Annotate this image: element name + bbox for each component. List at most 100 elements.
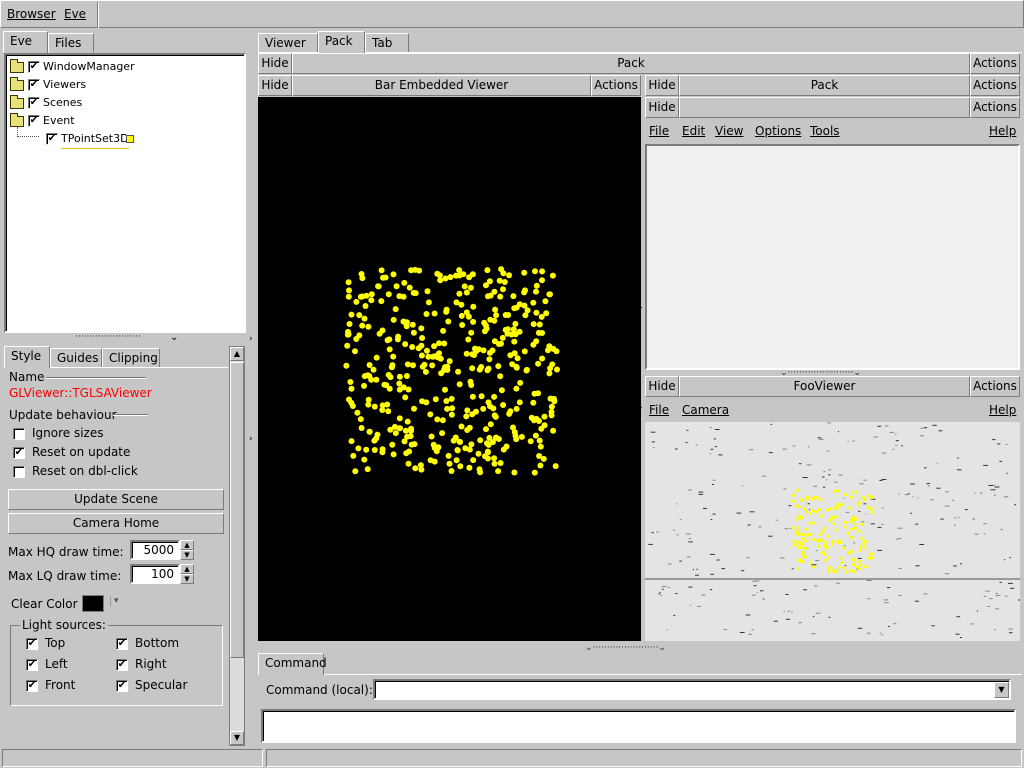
clear-color-swatch[interactable] <box>82 595 104 612</box>
tab-viewer-1[interactable]: Viewer 1 <box>258 33 318 69</box>
light-bottom-checkbox[interactable]: ✔ <box>116 638 128 650</box>
point-marker <box>350 452 357 459</box>
vertical-splitter[interactable] <box>247 30 256 746</box>
pack-hide-button[interactable]: Hide <box>258 53 292 74</box>
update-scene-button[interactable]: Update Scene <box>8 489 224 510</box>
foo-viewer-canvas[interactable] <box>645 422 1020 641</box>
embedded-actions-button[interactable]: Actions <box>591 75 641 96</box>
editor-scrollbar[interactable]: ▲ ▼ <box>229 346 245 746</box>
point-marker <box>375 283 382 290</box>
menu-file[interactable]: File <box>649 124 669 138</box>
point-marker <box>533 309 540 316</box>
render-artifact <box>807 546 809 548</box>
max-lq-up[interactable]: ▲ <box>180 564 194 574</box>
tab-command[interactable]: Command <box>258 653 327 675</box>
object-tree[interactable]: ✔ WindowManager ✔ Viewers ✔ Scenes ✔ Eve… <box>4 53 246 333</box>
light-right-checkbox[interactable]: ✔ <box>116 659 128 671</box>
tab-tab[interactable]: Tab <box>365 33 409 53</box>
render-artifact <box>857 557 862 559</box>
chevron-down-icon[interactable]: ⌄ <box>170 332 178 343</box>
chevron-down-icon[interactable]: ▼ <box>994 682 1009 698</box>
point-marker <box>536 453 543 459</box>
scroll-down-icon[interactable]: ▼ <box>230 731 244 745</box>
scroll-thumb[interactable] <box>230 362 244 658</box>
point-marker <box>830 542 834 546</box>
pack2-hide-button[interactable]: Hide <box>645 75 679 96</box>
splitter-arrow-icon[interactable]: › <box>249 334 253 344</box>
pack-actions-button[interactable]: Actions <box>970 53 1020 74</box>
max-hq-input[interactable]: 5000 <box>130 540 180 560</box>
menu-options[interactable]: Options <box>755 124 801 138</box>
point-marker <box>466 464 473 471</box>
max-lq-down[interactable]: ▼ <box>180 574 194 584</box>
menu-eve[interactable]: Eve <box>60 1 90 28</box>
tree-checkbox[interactable]: ✔ <box>28 79 40 91</box>
tree-checkbox[interactable]: ✔ <box>46 133 58 145</box>
gl-viewer-canvas[interactable] <box>258 97 641 641</box>
point-marker <box>844 570 849 574</box>
chevron-down-icon[interactable]: ▾ <box>110 596 119 606</box>
camera-home-button[interactable]: Camera Home <box>8 513 224 534</box>
max-hq-down[interactable]: ▼ <box>180 550 194 560</box>
menu-camera[interactable]: Camera <box>682 403 729 417</box>
point-marker <box>535 329 542 336</box>
splitter-handle[interactable]: ⌄·······················⌄ <box>585 643 666 653</box>
point-marker <box>798 541 803 545</box>
pack2-actions-button[interactable]: Actions <box>970 75 1020 96</box>
splitter-handle[interactable]: ······················· <box>75 332 141 342</box>
tab-style[interactable]: Style <box>4 346 50 368</box>
menu-browser[interactable]: Browser <box>3 1 60 28</box>
render-artifact <box>996 593 998 594</box>
ignore-sizes-checkbox[interactable] <box>13 428 25 440</box>
point-marker <box>799 532 804 536</box>
point-marker <box>425 353 432 360</box>
tree-checkbox[interactable]: ✔ <box>28 115 40 127</box>
point-marker <box>842 546 846 550</box>
splitter-arrow-icon[interactable]: › <box>639 403 643 413</box>
tab-guides[interactable]: Guides <box>50 348 102 368</box>
point-marker <box>425 299 432 306</box>
menu-help[interactable]: Help <box>989 403 1016 417</box>
tab-clipping[interactable]: Clipping <box>102 348 160 368</box>
point-marker <box>510 293 517 300</box>
menu-help[interactable]: Help <box>989 124 1016 138</box>
command-input[interactable] <box>373 679 1011 700</box>
light-top-checkbox[interactable]: ✔ <box>26 638 38 650</box>
reset-on-dblclick-checkbox[interactable] <box>13 466 25 478</box>
tab-eve[interactable]: Eve <box>3 31 48 53</box>
max-hq-up[interactable]: ▲ <box>180 540 194 550</box>
pack3-actions-button[interactable]: Actions <box>970 97 1020 118</box>
splitter-arrow-icon[interactable]: › <box>639 303 643 313</box>
empty-gl-viewer[interactable] <box>645 144 1020 370</box>
tab-pack[interactable]: Pack <box>318 31 365 53</box>
tree-checkbox[interactable]: ✔ <box>28 61 40 73</box>
point-marker <box>517 379 524 386</box>
tree-checkbox[interactable]: ✔ <box>28 97 40 109</box>
color-swatch-icon <box>126 135 134 143</box>
light-specular-checkbox[interactable]: ✔ <box>116 680 128 692</box>
menu-tools[interactable]: Tools <box>810 124 840 138</box>
menu-file[interactable]: File <box>649 403 669 417</box>
render-artifact <box>1008 582 1013 584</box>
light-left-checkbox[interactable]: ✔ <box>26 659 38 671</box>
menu-view[interactable]: View <box>715 124 743 138</box>
tab-files[interactable]: Files <box>48 33 94 53</box>
point-marker <box>402 341 409 348</box>
point-marker <box>443 306 450 313</box>
splitter-arrow-icon[interactable]: › <box>249 434 253 444</box>
max-lq-input[interactable]: 100 <box>130 564 180 584</box>
pack3-hide-button[interactable]: Hide <box>645 97 679 118</box>
reset-on-update-checkbox[interactable]: ✔ <box>13 447 25 459</box>
scroll-up-icon[interactable]: ▲ <box>230 347 244 361</box>
render-artifact <box>751 629 754 631</box>
point-marker <box>537 462 544 469</box>
light-front-checkbox[interactable]: ✔ <box>26 680 38 692</box>
point-marker <box>485 449 491 456</box>
render-artifact <box>883 599 888 601</box>
menu-edit[interactable]: Edit <box>682 124 705 138</box>
embedded-hide-button[interactable]: Hide <box>258 75 292 96</box>
point-marker <box>397 425 403 432</box>
foo-hide-button[interactable]: Hide <box>645 376 679 397</box>
command-output[interactable] <box>261 709 1016 743</box>
foo-actions-button[interactable]: Actions <box>970 376 1020 397</box>
